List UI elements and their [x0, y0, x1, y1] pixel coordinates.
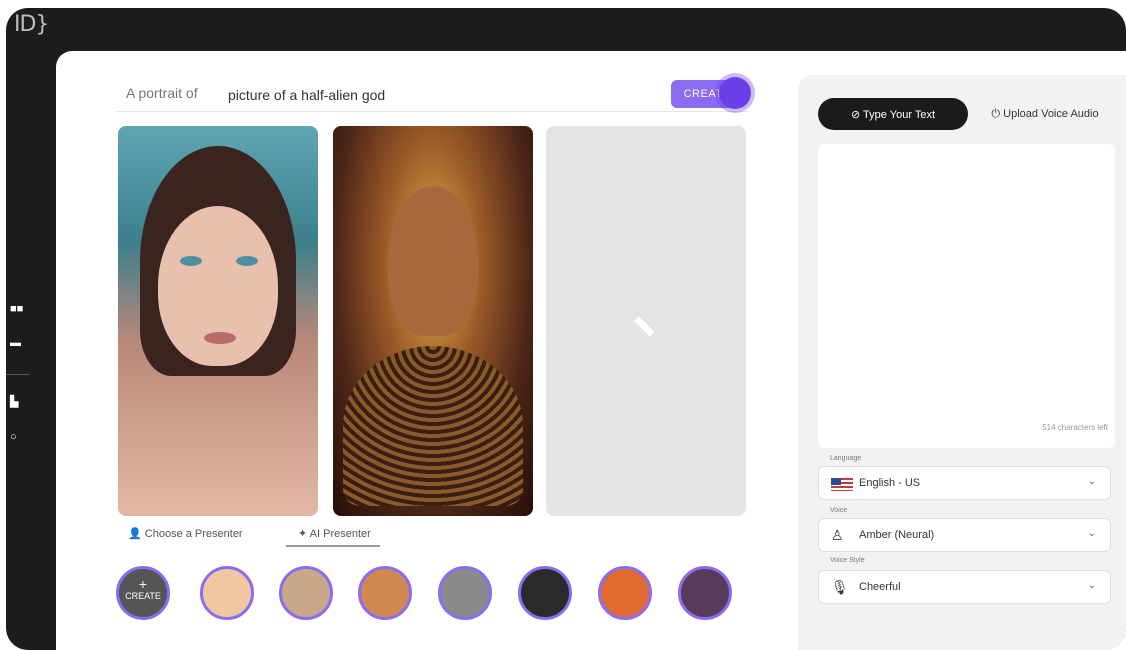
generated-image-2[interactable] — [333, 126, 533, 516]
voice-style-value: Cheerful — [859, 581, 901, 593]
avatar-woman-fantasy[interactable] — [678, 566, 732, 620]
language-value: English - US — [859, 477, 921, 489]
edit-icon: ⊘ — [850, 108, 864, 121]
folder-icon[interactable]: ▬ — [10, 338, 21, 349]
loading-icon: ▬ — [630, 307, 664, 341]
tab-choose-presenter-label: Choose a Presenter — [144, 528, 243, 540]
tab-ai-presenter-label: AI Presenter — [309, 528, 371, 540]
characters-left: 514 characters left — [1042, 423, 1108, 432]
avatar-woman-redhead[interactable] — [598, 566, 652, 620]
type-text-label: Type Your Text — [863, 108, 936, 121]
cursor-indicator — [719, 77, 751, 109]
image-lips — [204, 332, 236, 344]
main-panel: A portrait of CREATE ▬ 👤 Choose a Presen… — [56, 51, 1126, 650]
language-label: Language — [830, 455, 862, 462]
upload-voice-label: Upload Voice Audio — [1003, 107, 1099, 120]
avatar-woman-dark[interactable] — [518, 566, 572, 620]
active-tab-underline — [286, 545, 380, 547]
generated-image-1[interactable] — [118, 126, 318, 516]
app-logo: ID} — [14, 12, 49, 37]
avatar-man-orange[interactable] — [358, 566, 412, 620]
upload-icon: ⏻ — [991, 107, 1004, 120]
prompt-input[interactable] — [226, 83, 670, 107]
prompt-prefix: A portrait of — [126, 85, 198, 101]
sparkle-icon: ✦ — [298, 528, 308, 540]
app-frame: ID} ■■ ▬ ▙ ○ A portrait of CREATE ▬ — [6, 8, 1126, 650]
avatar-statue[interactable] — [438, 566, 492, 620]
us-flag-icon — [831, 478, 853, 491]
tab-ai-presenter[interactable]: ✦ AI Presenter — [298, 527, 371, 540]
microphone-icon: 🎙 — [831, 579, 849, 595]
voice-select[interactable]: ♙ Amber (Neural) ⌄ — [818, 518, 1111, 552]
tab-choose-presenter[interactable]: 👤 Choose a Presenter — [128, 527, 243, 540]
avatar-red-hair[interactable] — [200, 566, 254, 620]
file-icon[interactable]: ▙ — [10, 397, 18, 408]
image-ornament — [343, 346, 523, 506]
create-avatar-label: CREATE — [125, 591, 161, 601]
voice-panel: ⊘ Type Your Text ⏻ Upload Voice Audio 51… — [798, 75, 1126, 650]
chevron-down-icon: ⌄ — [1087, 528, 1096, 539]
voice-style-label: Voice Style — [830, 557, 865, 564]
create-avatar-button[interactable]: + CREATE — [116, 566, 170, 620]
voice-style-select[interactable]: 🎙 Cheerful ⌄ — [818, 570, 1111, 604]
plus-icon: + — [138, 576, 148, 592]
voice-value: Amber (Neural) — [859, 529, 935, 541]
grid-icon[interactable]: ■■ — [10, 304, 23, 315]
upload-voice-button[interactable]: ⏻ Upload Voice Audio — [980, 98, 1110, 130]
user-icon: 👤 — [128, 528, 142, 540]
language-select[interactable]: English - US ⌄ — [818, 466, 1111, 500]
script-textarea[interactable] — [818, 144, 1115, 448]
generated-image-placeholder: ▬ — [546, 126, 746, 516]
avatar-man-green[interactable] — [279, 566, 333, 620]
image-face — [388, 186, 478, 336]
image-eye-right — [236, 256, 258, 266]
image-eye-left — [180, 256, 202, 266]
settings-icon[interactable]: ○ — [10, 432, 17, 443]
chevron-down-icon: ⌄ — [1087, 476, 1096, 487]
chevron-down-icon: ⌄ — [1087, 580, 1096, 591]
rail-divider — [6, 374, 30, 375]
voice-label: Voice — [830, 507, 848, 514]
user-icon: ♙ — [831, 527, 844, 543]
prompt-bar: A portrait of CREATE — [116, 77, 751, 112]
type-text-button[interactable]: ⊘ Type Your Text — [818, 98, 968, 130]
